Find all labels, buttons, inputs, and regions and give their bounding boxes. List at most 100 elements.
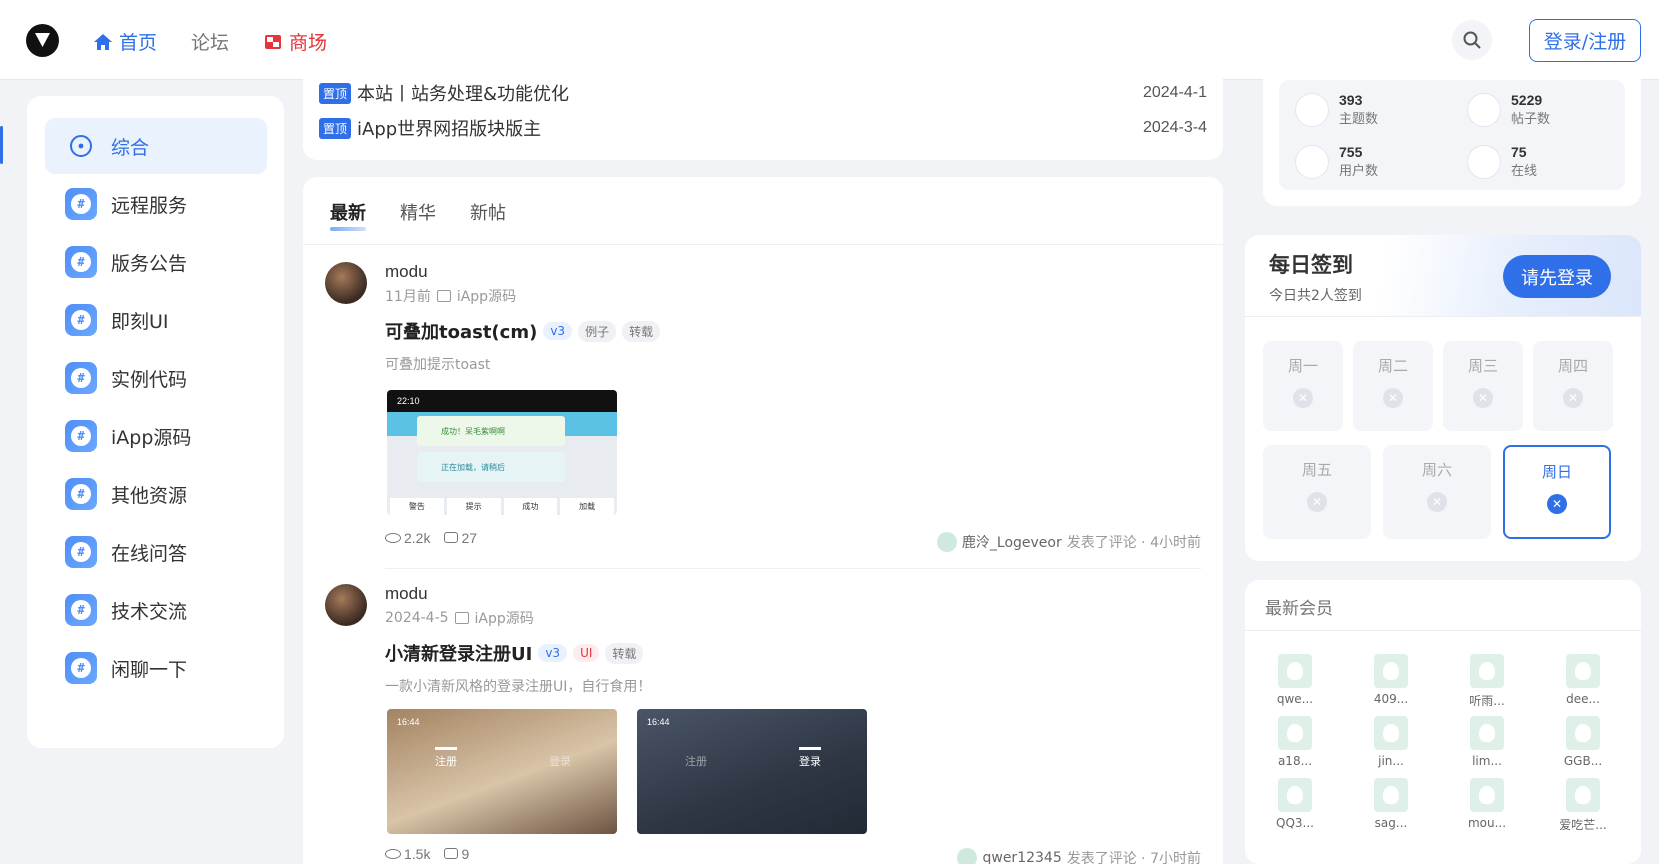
nav-home-label: 首页	[119, 32, 158, 54]
stat-posts: 5229 帖子数	[1467, 92, 1550, 127]
pinned-post[interactable]: 置顶 本站丨站务处理&功能优化 2024-4-1	[319, 80, 1207, 106]
pinned-post-title[interactable]: iApp世界网招版块版主	[357, 115, 541, 141]
sidebar-item-announcements[interactable]: # 版务公告	[45, 234, 267, 290]
pinned-post-title[interactable]: 本站丨站务处理&功能优化	[357, 80, 569, 106]
nav-forum[interactable]: 论坛	[191, 28, 229, 55]
member-item[interactable]: lim...	[1452, 716, 1522, 768]
comment-count[interactable]: 9	[444, 846, 469, 862]
hash-icon: #	[65, 478, 97, 510]
post-thumbnail[interactable]: 22:10 成功！呆毛紫啊啊 正在加载，请稍后 警告 提示 成功 加载	[387, 390, 617, 515]
thumb-register-tab: 注册	[435, 747, 457, 769]
comment-count[interactable]: 27	[444, 530, 477, 546]
member-item[interactable]: mou...	[1452, 778, 1522, 830]
sidebar-item-label: 闲聊一下	[111, 658, 188, 681]
sidebar-item-iapp-source[interactable]: # iApp源码	[45, 408, 267, 464]
post-category[interactable]: iApp源码	[475, 608, 534, 628]
stat-label: 帖子数	[1511, 112, 1551, 127]
hash-icon: #	[65, 594, 97, 626]
thumb-button: 成功	[503, 498, 558, 515]
close-icon: ✕	[1563, 388, 1583, 408]
close-icon: ✕	[1427, 492, 1447, 512]
nav-home[interactable]: 首页	[93, 28, 157, 55]
checkin-header: 每日签到 今日共2人签到 请先登录	[1245, 235, 1641, 317]
day-label: 周六	[1421, 461, 1452, 479]
post-thumbnail[interactable]: 16:44 注册 登录	[387, 709, 617, 834]
sidebar-item-qa[interactable]: # 在线问答	[45, 524, 267, 580]
reply-user[interactable]: qwer12345	[982, 850, 1061, 864]
post-thumbnail[interactable]: 16:44 注册 登录	[637, 709, 867, 834]
stat-online: 75 在线	[1467, 144, 1537, 179]
sidebar-item-jike-ui[interactable]: # 即刻UI	[45, 292, 267, 348]
avatar	[1278, 654, 1312, 688]
reply-user[interactable]: 鹿泠_Logeveor	[962, 532, 1062, 552]
view-count: 1.5k	[385, 846, 430, 862]
tab-featured[interactable]: 精华	[400, 199, 436, 225]
avatar	[1278, 778, 1312, 812]
member-name: sag...	[1374, 816, 1408, 830]
tab-new[interactable]: 新帖	[470, 199, 506, 225]
home-icon	[94, 33, 112, 50]
post-title[interactable]: 小清新登录注册UI	[385, 640, 532, 666]
post-stats: 2.2k 27	[385, 530, 477, 546]
reply-text: 发表了评论 · 7小时前	[1066, 851, 1201, 864]
sidebar-item-example-code[interactable]: # 实例代码	[45, 350, 267, 406]
chat-icon	[454, 612, 469, 624]
post-author[interactable]: modu	[385, 584, 428, 604]
stat-value: 5229	[1511, 92, 1543, 108]
post-item[interactable]: modu 11月前 iApp源码 可叠加toast(cm) v3 例子 转载 可…	[325, 262, 1201, 552]
post-category[interactable]: iApp源码	[457, 286, 516, 306]
day-label: 周一	[1287, 357, 1318, 375]
close-icon: ✕	[1293, 388, 1313, 408]
comment-icon	[444, 848, 459, 859]
member-item[interactable]: dee...	[1548, 654, 1618, 706]
member-item[interactable]: 爱吃芒...	[1548, 778, 1618, 833]
post-title[interactable]: 可叠加toast(cm)	[385, 318, 537, 344]
nav-shop[interactable]: 商场	[263, 28, 327, 55]
reply-text: 发表了评论 · 4小时前	[1066, 535, 1201, 551]
sidebar-item-overview[interactable]: 综合	[45, 118, 267, 174]
avatar	[1278, 716, 1312, 750]
checkin-day: 周二 ✕	[1353, 341, 1433, 431]
comment-count-value: 27	[461, 530, 478, 546]
pinned-post[interactable]: 置顶 iApp世界网招版块版主 2024-3-4	[319, 115, 1207, 141]
member-item[interactable]: a18...	[1260, 716, 1330, 768]
login-register-button[interactable]: 登录/注册	[1529, 19, 1641, 62]
close-icon: ✕	[1307, 492, 1327, 512]
post-time: 11月前	[385, 289, 431, 305]
sidebar-item-label: 其他资源	[111, 484, 188, 507]
member-item[interactable]: QQ3...	[1260, 778, 1330, 830]
tab-latest[interactable]: 最新	[330, 199, 366, 231]
sidebar-item-chat[interactable]: # 闲聊一下	[45, 640, 267, 696]
hash-icon: #	[65, 188, 97, 220]
post-author[interactable]: modu	[385, 262, 428, 282]
stat-label: 在线	[1511, 164, 1538, 179]
thumb-register-tab: 注册	[685, 755, 707, 768]
search-icon	[1463, 31, 1481, 49]
sidebar-item-tech-talk[interactable]: # 技术交流	[45, 582, 267, 638]
avatar[interactable]	[957, 848, 978, 864]
member-item[interactable]: sag...	[1356, 778, 1426, 830]
hash-icon: #	[65, 536, 97, 568]
avatar[interactable]	[936, 532, 957, 552]
member-name: lim...	[1472, 754, 1502, 768]
member-item[interactable]: qwe...	[1260, 654, 1330, 706]
pinned-badge: 置顶	[319, 117, 352, 139]
member-item[interactable]: 听雨...	[1452, 654, 1522, 709]
post-item[interactable]: modu 2024-4-5 iApp源码 小清新登录注册UI v3 UI 转载 …	[325, 584, 1201, 864]
avatar	[1566, 654, 1600, 688]
site-logo[interactable]	[26, 24, 59, 57]
checkin-login-button[interactable]: 请先登录	[1503, 255, 1611, 298]
avatar[interactable]	[325, 584, 367, 626]
sidebar-item-label: 实例代码	[111, 368, 188, 391]
search-button[interactable]	[1452, 20, 1492, 60]
sidebar-item-other-resources[interactable]: # 其他资源	[45, 466, 267, 522]
hash-icon: #	[65, 246, 97, 278]
member-item[interactable]: 409...	[1356, 654, 1426, 706]
avatar[interactable]	[325, 262, 367, 304]
close-icon: ✕	[1547, 494, 1567, 514]
sidebar-item-remote-service[interactable]: # 远程服务	[45, 176, 267, 232]
site-stats-grid: 393 主题数 5229 帖子数 755 用户数 75 在线	[1279, 80, 1625, 190]
stat-label: 主题数	[1339, 112, 1379, 127]
member-item[interactable]: GGB...	[1548, 716, 1618, 768]
member-item[interactable]: jin...	[1356, 716, 1426, 768]
